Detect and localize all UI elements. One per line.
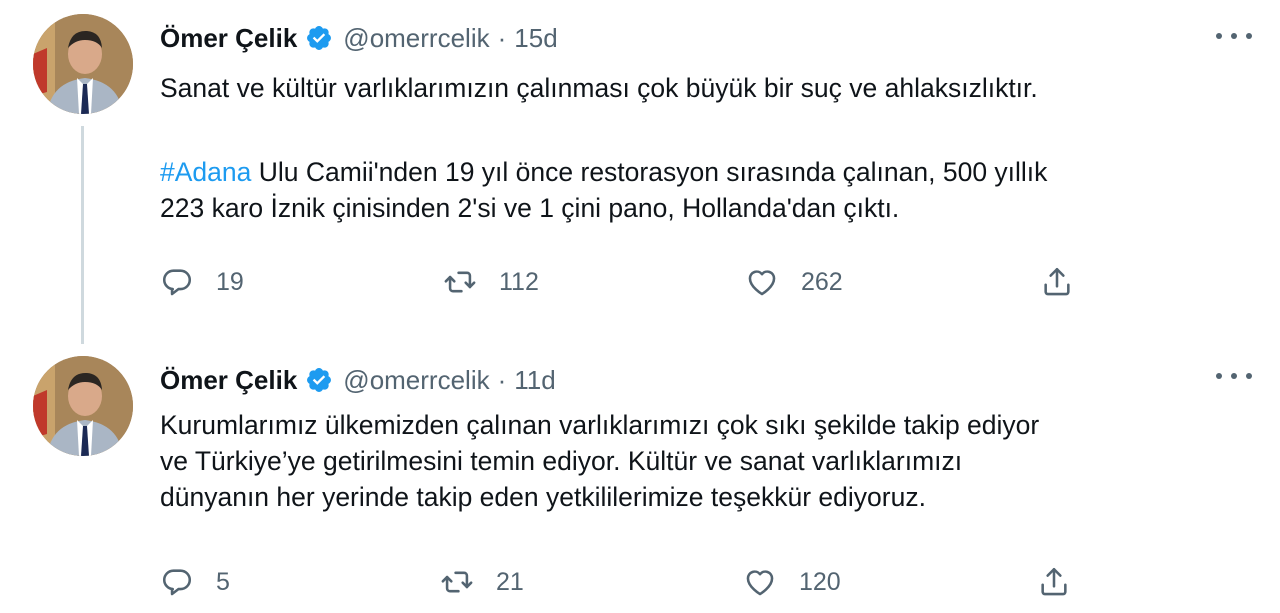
verified-badge-icon [305,366,333,394]
share-icon [1041,567,1067,596]
separator-dot: · [497,364,507,395]
reply-button[interactable]: 19 [160,262,244,302]
avatar[interactable] [33,356,133,456]
heart-icon [746,570,774,596]
tweet-header: Ömer Çelik @omerrcelik · 15d [160,18,558,58]
thread-connector [81,126,84,344]
tweet-actions: 5 21 120 [160,562,1260,602]
tweet-text-paragraph: Sanat ve kültür varlıklarımızın çalınmas… [160,73,1038,103]
tweet-text-line: dünyanın her yerinde takip eden yetkilil… [160,482,926,512]
retweet-icon [441,571,473,593]
verified-badge-icon [305,24,333,52]
author-name[interactable]: Ömer Çelik [160,365,297,396]
share-icon [1044,267,1070,296]
avatar[interactable] [33,14,133,114]
tweet-actions: 19 112 262 [160,262,1260,302]
tweet-text-line: Ulu Camii'nden 19 yıl önce restorasyon s… [251,157,1048,187]
author-handle[interactable]: @omerrcelik [343,23,489,54]
retweet-icon [444,271,476,293]
avatar-image [33,356,133,456]
tweet-timestamp[interactable]: 11d [514,365,555,396]
tweet-text-line: 223 karo İznik çinisinden 2'si ve 1 çini… [160,193,900,223]
reply-button[interactable]: 5 [160,562,230,602]
like-button[interactable]: 262 [745,262,843,302]
tweet[interactable]: Ömer Çelik @omerrcelik · 15d Sanat ve kü… [0,0,1280,344]
like-button[interactable]: 120 [743,562,841,602]
reply-icon [162,269,192,296]
reply-count: 19 [216,267,244,296]
tweet[interactable]: Ömer Çelik @omerrcelik · 11d Kurumlarımı… [0,340,1280,613]
tweet-header: Ömer Çelik @omerrcelik · 11d [160,360,556,400]
share-button[interactable] [1040,262,1074,302]
retweet-count: 112 [499,267,539,296]
like-count: 120 [799,567,841,596]
tweet-text-paragraph: #Adana Ulu Camii'nden 19 yıl önce restor… [160,154,1250,226]
author-handle[interactable]: @omerrcelik [343,365,489,396]
tweet-text-line: Kurumlarımız ülkemizden çalınan varlıkla… [160,410,1040,440]
retweet-count: 21 [496,567,524,596]
share-button[interactable] [1037,562,1071,602]
retweet-button[interactable]: 21 [440,562,524,602]
hashtag-link[interactable]: #Adana [160,157,251,187]
like-count: 262 [801,267,843,296]
reply-icon [162,569,192,596]
avatar-image [33,14,133,114]
author-name[interactable]: Ömer Çelik [160,23,297,54]
tweet-text-line: ve Türkiye’ye getirilmesini temin ediyor… [160,446,963,476]
tweet-timestamp[interactable]: 15d [514,23,557,54]
reply-count: 5 [216,567,230,596]
separator-dot: · [497,22,507,53]
more-icon[interactable] [1216,366,1252,386]
heart-icon [748,270,776,296]
tweet-text-paragraph: Kurumlarımız ülkemizden çalınan varlıkla… [160,407,1250,515]
retweet-button[interactable]: 112 [443,262,539,302]
more-icon[interactable] [1216,26,1252,46]
